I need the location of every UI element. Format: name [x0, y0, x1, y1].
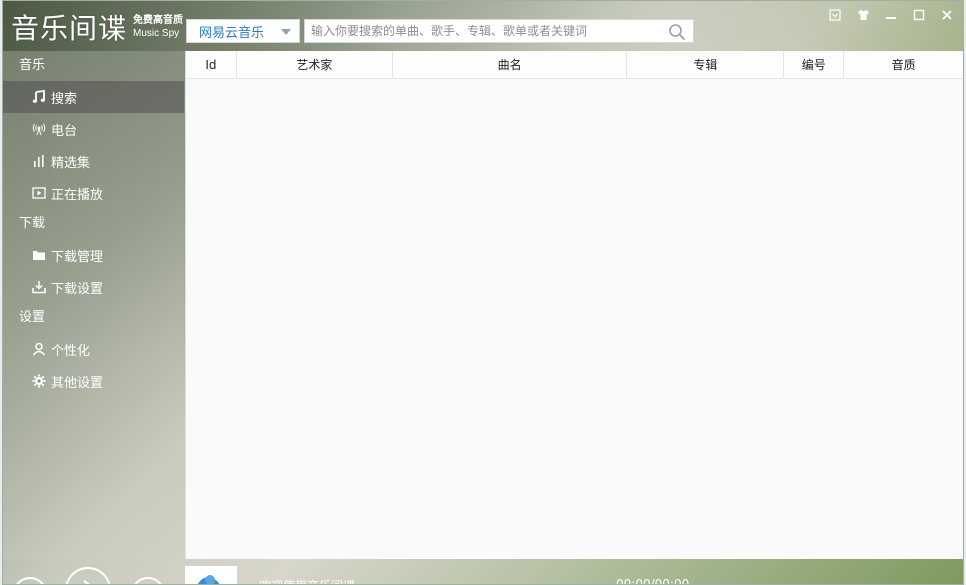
chevron-down-icon [281, 29, 291, 35]
sidebar-item-label: 其他设置 [51, 375, 104, 391]
column-header-title[interactable]: 曲名 [393, 51, 628, 78]
folder-icon [31, 247, 47, 263]
logo-subtitle-en: Music Spy [133, 28, 180, 39]
sidebar-item-radio[interactable]: 电台 [3, 113, 184, 145]
minimize-icon[interactable] [879, 5, 903, 25]
sidebar-item-label: 个性化 [51, 343, 91, 359]
play-button[interactable] [65, 567, 111, 584]
sidebar-item-label: 搜索 [51, 91, 78, 107]
sidebar-group-music: 音乐 [19, 58, 46, 73]
play-screen-icon [31, 185, 47, 201]
maximize-icon[interactable] [907, 5, 931, 25]
logo-title: 音乐间谍 [11, 12, 128, 45]
music-note-icon [31, 89, 47, 105]
play-icon [83, 580, 91, 584]
sidebar-item-label: 正在播放 [51, 187, 104, 203]
column-header-artist[interactable]: 艺术家 [237, 51, 393, 78]
window-controls [823, 5, 959, 25]
album-art [185, 566, 237, 584]
search-input[interactable] [305, 20, 655, 42]
app-logo: 音乐间谍 免费高音质 Music Spy [11, 9, 183, 45]
column-header-album[interactable]: 专辑 [627, 51, 785, 78]
logo-subtitle-cn: 免费高音质 [133, 15, 184, 26]
source-dropdown[interactable]: 网易云音乐 [186, 19, 300, 43]
album-art-image [197, 575, 220, 584]
skin-shirt-icon[interactable] [851, 5, 875, 25]
app-window: 音乐间谍 免费高音质 Music Spy 网易云音乐 输入你要搜索的单曲、歌手、… [2, 0, 964, 585]
sidebar-item-search[interactable]: 搜索 [3, 81, 184, 113]
sidebar-item-download-manager[interactable]: 下载管理 [3, 239, 184, 271]
sidebar-item-label: 精选集 [51, 155, 91, 171]
next-button[interactable] [131, 577, 165, 584]
sidebar-group-settings: 设置 [19, 310, 46, 325]
sidebar: 音乐 搜索 电台 精选集 正在播放 下载 下载管理 下载设置 设置 个性化 其他… [3, 51, 184, 561]
sidebar-item-now-playing[interactable]: 正在播放 [3, 177, 184, 209]
time-display: 00:00/00:00 [616, 577, 690, 585]
close-icon[interactable] [935, 5, 959, 25]
gear-icon [31, 373, 47, 389]
now-playing-text: 欢迎使用音乐间谍 [259, 577, 355, 584]
user-icon [31, 341, 47, 357]
sidebar-item-label: 下载设置 [51, 281, 104, 297]
column-header-id[interactable]: Id [186, 51, 237, 78]
previous-button[interactable] [13, 577, 47, 584]
sidebar-item-personalize[interactable]: 个性化 [3, 333, 184, 365]
table-header: Id 艺术家 曲名 专辑 编号 音质 [186, 51, 963, 79]
download-icon [31, 279, 47, 295]
player-bar: 欢迎使用音乐间谍 00:00/00:00 [3, 559, 963, 585]
sidebar-item-other-settings[interactable]: 其他设置 [3, 365, 184, 397]
source-selected-value: 网易云音乐 [199, 25, 265, 41]
bars-icon [31, 153, 47, 169]
sidebar-item-collections[interactable]: 精选集 [3, 145, 184, 177]
search-box [304, 19, 694, 43]
column-header-number[interactable]: 编号 [784, 51, 845, 78]
radio-icon [31, 121, 47, 137]
sidebar-item-label: 电台 [51, 123, 78, 139]
results-table: Id 艺术家 曲名 专辑 编号 音质 [185, 51, 963, 559]
sidebar-item-download-settings[interactable]: 下载设置 [3, 271, 184, 303]
search-icon[interactable] [667, 22, 687, 42]
sidebar-item-label: 下载管理 [51, 249, 104, 265]
sidebar-group-download: 下载 [19, 216, 46, 231]
column-header-quality[interactable]: 音质 [844, 51, 963, 78]
mini-mode-icon[interactable] [823, 5, 847, 25]
logo-subtitle: 免费高音质 Music Spy [133, 14, 183, 40]
top-bar: 音乐间谍 免费高音质 Music Spy 网易云音乐 [3, 1, 963, 51]
